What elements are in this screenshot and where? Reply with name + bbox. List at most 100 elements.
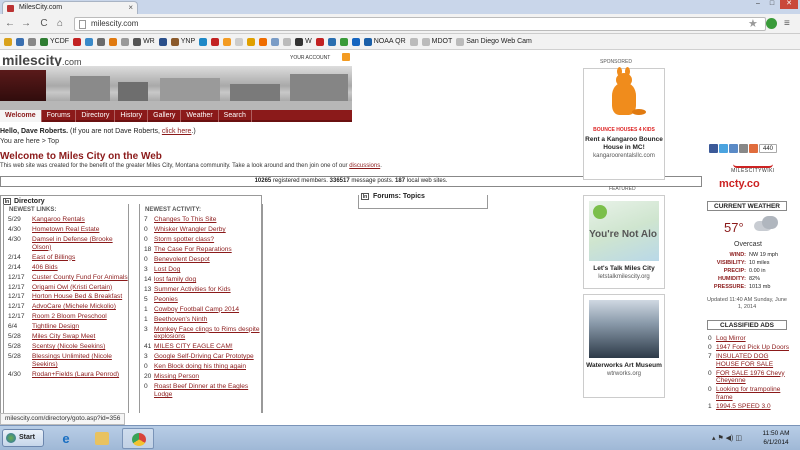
topic-title[interactable]: Cowboy Football Camp 2014 — [154, 306, 239, 314]
link-title[interactable]: Scentsy (Nicole Seekins) — [32, 343, 105, 351]
system-tray[interactable]: ▴ ⚑ ◀) ◫ — [712, 434, 742, 442]
topic-title[interactable]: Benevolent Despot — [154, 256, 210, 264]
classified-title[interactable]: 1947 Ford Pick Up Doors — [716, 344, 789, 352]
bookmark-item[interactable] — [73, 37, 82, 46]
link-title[interactable]: Kangaroo Rentals — [32, 216, 85, 224]
bookmark-item[interactable]: MDOT — [421, 37, 452, 46]
topic-title[interactable]: lost family dog — [154, 276, 196, 284]
link-title[interactable]: Room 2 Bloom Preschool — [32, 313, 107, 321]
classified-title[interactable]: Looking for trampoline frame — [716, 386, 790, 401]
start-button[interactable]: Start — [2, 429, 44, 447]
topic-title[interactable]: Peonies — [154, 296, 178, 304]
minimize-button[interactable]: – — [752, 0, 764, 9]
link-title[interactable]: Hometown Real Estate — [32, 226, 99, 234]
share-plus-icon[interactable] — [749, 144, 758, 153]
link-title[interactable]: East of Billings — [32, 254, 75, 262]
waterworks-thumbnail[interactable] — [589, 300, 659, 358]
classified-title[interactable]: INSULATED DOG HOUSE FOR SALE — [716, 353, 790, 368]
nav-tab-forums[interactable]: Forums — [42, 110, 77, 122]
link-title[interactable]: Origami Owl (Kristi Certain) — [32, 284, 112, 292]
letstalk-thumbnail[interactable]: You're Not Alo — [589, 201, 659, 261]
discussions-link[interactable]: discussions — [349, 163, 380, 169]
tab-close-icon[interactable]: × — [128, 2, 133, 14]
bookmark-item[interactable] — [85, 37, 94, 46]
bookmark-item[interactable]: YCDF — [40, 37, 69, 46]
bookmark-item[interactable] — [211, 37, 220, 46]
link-title[interactable]: Tightline Design — [32, 323, 79, 331]
link-title[interactable]: Rodan+Fields (Laura Penrod) — [32, 371, 119, 379]
topic-title[interactable]: Beethoven's Ninth — [154, 316, 207, 324]
topic-title[interactable]: Whisker Wrangler Derby — [154, 226, 226, 234]
nav-tab-directory[interactable]: Directory — [76, 110, 116, 122]
nav-tab-weather[interactable]: Weather — [181, 110, 219, 122]
taskbar-explorer-button[interactable] — [86, 428, 118, 449]
rss-icon[interactable] — [342, 53, 350, 61]
print-icon[interactable] — [739, 144, 748, 153]
clock[interactable]: 11:50 AM 6/1/2014 — [756, 429, 796, 447]
taskbar-chrome-button[interactable] — [122, 428, 154, 449]
nav-tab-welcome[interactable]: Welcome — [0, 110, 42, 122]
email-icon[interactable] — [729, 144, 738, 153]
topic-title[interactable]: Missing Person — [154, 373, 199, 381]
classified-title[interactable]: FOR SALE 1976 Chevy Cheyenne — [716, 370, 790, 385]
bookmark-item[interactable] — [327, 37, 336, 46]
browser-tab[interactable]: MilesCity.com × — [2, 1, 138, 14]
bookmark-item[interactable] — [199, 37, 208, 46]
maximize-button[interactable]: □ — [766, 0, 778, 9]
bookmark-item[interactable] — [315, 37, 324, 46]
facebook-icon[interactable] — [709, 144, 718, 153]
nav-tab-search[interactable]: Search — [219, 110, 252, 122]
click-here-link[interactable]: click here — [162, 128, 192, 135]
menu-icon[interactable]: ≡ — [784, 18, 790, 29]
bookmark-item[interactable] — [235, 37, 244, 46]
address-bar[interactable]: milescity.com — [74, 17, 766, 31]
back-icon[interactable]: ← — [4, 18, 16, 30]
bookmark-item[interactable] — [351, 37, 360, 46]
link-title[interactable]: Miles City Swap Meet — [32, 333, 95, 341]
close-window-button[interactable]: ✕ — [780, 0, 798, 9]
ad-url[interactable]: letstalkmilescity.org — [584, 274, 664, 280]
your-account-link[interactable]: YOUR ACCOUNT — [290, 55, 330, 61]
mcty-logo[interactable]: mcty.co — [719, 178, 760, 190]
topic-title[interactable]: Google Self-Driving Car Prototype — [154, 353, 254, 361]
link-title[interactable]: Blessings Unlimited (Nicole Seekins) — [32, 353, 128, 368]
extension-icon[interactable] — [766, 18, 777, 29]
link-title[interactable]: Horton House Bed & Breakfast — [32, 293, 122, 301]
classified-title[interactable]: Log Mirror — [716, 335, 746, 343]
topic-title[interactable]: MILES CITY EAGLE CAM! — [154, 343, 233, 351]
reload-icon[interactable]: C — [38, 18, 50, 30]
ad-caption[interactable]: Let's Talk Miles City — [584, 265, 664, 273]
bookmark-item[interactable]: San Diego Web Cam — [456, 37, 532, 46]
topic-title[interactable]: Changes To This Site — [154, 216, 216, 224]
bookmark-item[interactable] — [4, 37, 12, 46]
bookmark-item[interactable] — [271, 37, 280, 46]
ad-caption[interactable]: Waterworks Art Museum — [584, 362, 664, 370]
topic-title[interactable]: The Case For Reparations — [154, 246, 232, 254]
nav-tab-history[interactable]: History — [115, 110, 149, 122]
link-title[interactable]: Damsel in Defense (Brooke Olson) — [32, 236, 128, 251]
bookmark-item[interactable] — [259, 37, 268, 46]
link-title[interactable]: Custer County Fund For Animals — [32, 274, 128, 282]
bookmark-item[interactable] — [223, 37, 232, 46]
nav-tab-gallery[interactable]: Gallery — [148, 110, 182, 122]
bookmark-item[interactable] — [121, 37, 130, 46]
bookmark-item[interactable]: YNP — [170, 37, 195, 46]
bookmark-item[interactable] — [247, 37, 256, 46]
topic-title[interactable]: Lost Dog — [154, 266, 180, 274]
bookmark-item[interactable] — [16, 37, 24, 46]
ad-url[interactable]: kangaroorentalsllc.com — [584, 153, 664, 159]
milescity-wiki-logo[interactable]: MILESCITYWIKI — [718, 158, 788, 174]
bookmark-item[interactable]: W — [295, 37, 312, 46]
link-title[interactable]: AdvoCare (Michele Mickolio) — [32, 303, 116, 311]
bookmark-item[interactable] — [283, 37, 292, 46]
topic-title[interactable]: Monkey Face clings to Rims despite explo… — [154, 326, 262, 341]
bookmark-item[interactable] — [339, 37, 348, 46]
bookmark-item[interactable] — [109, 37, 118, 46]
topic-title[interactable]: Ken Block doing his thing again — [154, 363, 246, 371]
ad-url[interactable]: wtrworks.org — [584, 371, 664, 377]
topic-title[interactable]: Roast Beef Dinner at the Eagles Lodge — [154, 383, 262, 398]
home-icon[interactable]: ⌂ — [54, 18, 66, 30]
topic-title[interactable]: Summer Activities for Kids — [154, 286, 231, 294]
bookmark-item[interactable] — [28, 37, 36, 46]
forward-icon[interactable]: → — [20, 18, 32, 30]
